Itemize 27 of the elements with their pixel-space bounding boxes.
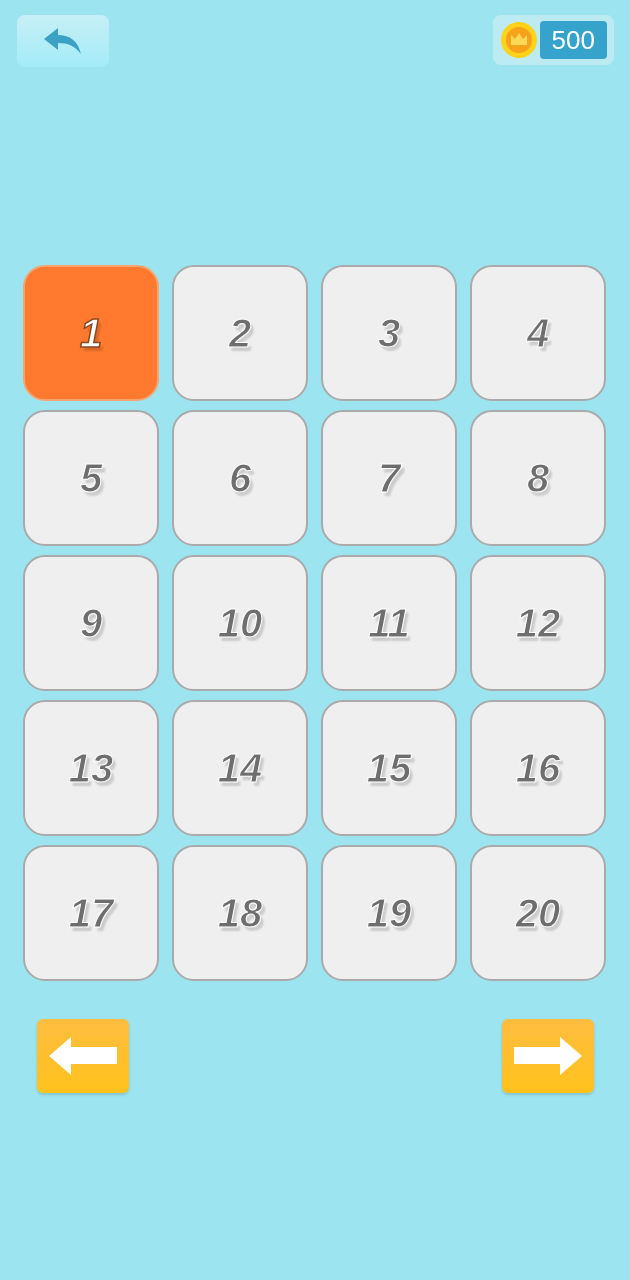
left-arrow-icon bbox=[49, 1037, 117, 1075]
level-tile[interactable]: 20 bbox=[470, 845, 606, 981]
level-tile[interactable]: 8 bbox=[470, 410, 606, 546]
coin-icon bbox=[499, 21, 538, 59]
level-tile[interactable]: 11 bbox=[321, 555, 457, 691]
level-tile[interactable]: 13 bbox=[23, 700, 159, 836]
previous-page-button[interactable] bbox=[37, 1019, 129, 1093]
level-tile[interactable]: 6 bbox=[172, 410, 308, 546]
level-tile[interactable]: 4 bbox=[470, 265, 606, 401]
level-tile[interactable]: 19 bbox=[321, 845, 457, 981]
level-tile[interactable]: 18 bbox=[172, 845, 308, 981]
right-arrow-icon bbox=[514, 1037, 582, 1075]
level-tile[interactable]: 16 bbox=[470, 700, 606, 836]
level-tile[interactable]: 9 bbox=[23, 555, 159, 691]
level-tile[interactable]: 2 bbox=[172, 265, 308, 401]
level-tile[interactable]: 12 bbox=[470, 555, 606, 691]
next-page-button[interactable] bbox=[502, 1019, 594, 1093]
coin-count: 500 bbox=[539, 21, 607, 59]
level-tile[interactable]: 15 bbox=[321, 700, 457, 836]
level-tile[interactable]: 7 bbox=[321, 410, 457, 546]
back-button[interactable] bbox=[17, 15, 109, 67]
level-tile[interactable]: 17 bbox=[23, 845, 159, 981]
level-tile[interactable]: 5 bbox=[23, 410, 159, 546]
level-tile[interactable]: 1 bbox=[23, 265, 159, 401]
level-tile[interactable]: 14 bbox=[172, 700, 308, 836]
back-arrow-icon bbox=[44, 28, 82, 54]
level-tile[interactable]: 10 bbox=[172, 555, 308, 691]
